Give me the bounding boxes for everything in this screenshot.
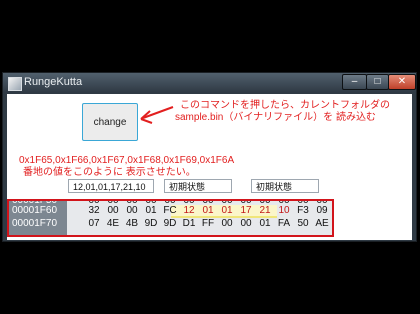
hex-byte: 50: [297, 218, 309, 229]
hex-byte: D1: [182, 218, 196, 229]
hex-byte: 00: [126, 205, 138, 216]
hex-viewer: 00001F5000000000000000000000000000003D4D…: [7, 199, 334, 237]
hex-byte: 00: [221, 218, 233, 229]
hex-byte: 4E: [106, 218, 120, 229]
hex-byte: 07: [88, 218, 100, 229]
client-area: change このコマンドを押したら、カレントフォルダの sample.bin（…: [7, 94, 412, 240]
hex-byte: FC: [163, 205, 177, 216]
instruction-note: このコマンドを押したら、カレントフォルダの sample.bin（バイナリファイ…: [175, 100, 390, 124]
hex-byte: F3: [297, 205, 309, 216]
change-button[interactable]: change: [82, 103, 138, 141]
address-caption: 番地の値をこのように 表示させたい。: [23, 167, 196, 178]
hex-byte: 4B: [125, 218, 139, 229]
window-title: RungeKutta: [24, 76, 83, 88]
values-textbox[interactable]: 12,01,01,17,21,10: [68, 179, 154, 193]
maximize-button[interactable]: □: [366, 74, 389, 90]
hex-row: 00001F6032000001FC120101172110F309ED: [9, 205, 332, 217]
arrow-icon: [140, 106, 174, 124]
hex-byte: 10: [278, 205, 290, 216]
hex-address: 00001F70: [12, 218, 58, 229]
hex-address: 00001F60: [12, 205, 58, 216]
hex-byte: 00: [107, 205, 119, 216]
minimize-button[interactable]: –: [342, 74, 367, 90]
hex-byte: 9D: [163, 218, 177, 229]
hex-byte: 21: [259, 205, 271, 216]
hex-byte: FA: [277, 218, 291, 229]
hex-byte: 12: [183, 205, 195, 216]
hex-row: 00001F70074E4B9D9DD1FF000001FA50AECF: [9, 218, 332, 230]
hex-byte: 01: [259, 218, 271, 229]
hex-byte: FF: [201, 218, 215, 229]
state-textbox-1[interactable]: 初期状態: [164, 179, 232, 193]
hex-byte: AE: [315, 218, 329, 229]
close-button[interactable]: ✕: [388, 74, 416, 90]
hex-byte: 01: [221, 205, 233, 216]
title-bar[interactable]: RungeKutta – □ ✕: [3, 73, 416, 93]
hex-byte: 01: [202, 205, 214, 216]
app-window: RungeKutta – □ ✕ change このコマンドを押したら、カレント…: [2, 72, 417, 242]
note-line-2: sample.bin（バイナリファイル）を 読み込む: [175, 112, 376, 123]
note-line-1: このコマンドを押したら、カレントフォルダの: [180, 100, 390, 111]
app-icon: [8, 77, 22, 91]
address-note: 0x1F65,0x1F66,0x1F67,0x1F68,0x1F69,0x1F6…: [19, 155, 234, 179]
hex-byte: 01: [145, 205, 157, 216]
hex-byte: 09: [316, 205, 328, 216]
hex-byte: 00: [240, 218, 252, 229]
state-textbox-2[interactable]: 初期状態: [251, 179, 319, 193]
hex-byte: 32: [88, 205, 100, 216]
hex-byte: 9D: [144, 218, 158, 229]
hex-byte: 17: [240, 205, 252, 216]
address-list: 0x1F65,0x1F66,0x1F67,0x1F68,0x1F69,0x1F6…: [19, 155, 235, 166]
